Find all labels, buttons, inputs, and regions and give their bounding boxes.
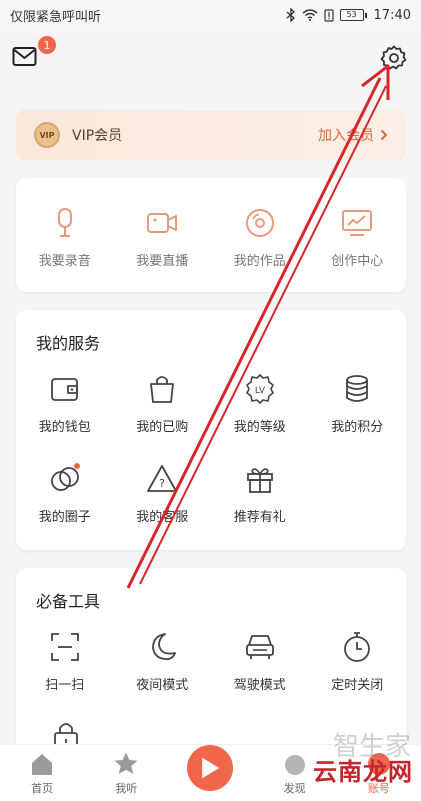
services-card: 我的服务 我的钱包 我的已购 LV 我的等级 我的积分 我的圈子 ? 我的客服 bbox=[16, 310, 406, 550]
sim-alert-icon bbox=[323, 8, 334, 22]
bluetooth-icon bbox=[286, 8, 295, 22]
quick-actions-grid: 我要录音 我要直播 我的作品 创作中心 bbox=[16, 206, 406, 269]
car-icon bbox=[245, 635, 274, 659]
battery-icon: 53 bbox=[339, 9, 367, 21]
wallet-icon bbox=[50, 378, 78, 401]
referral-gift-button[interactable]: 推荐有礼 bbox=[211, 462, 309, 525]
shopping-bag-icon bbox=[150, 376, 175, 403]
record-button[interactable]: 我要录音 bbox=[16, 206, 114, 269]
quick-actions-card: 我要录音 我要直播 我的作品 创作中心 bbox=[16, 178, 406, 292]
svg-text:?: ? bbox=[159, 477, 165, 490]
scan-button[interactable]: 扫一扫 bbox=[16, 630, 114, 693]
home-icon bbox=[32, 754, 53, 775]
gear-icon[interactable] bbox=[380, 44, 408, 72]
wifi-icon bbox=[302, 9, 318, 21]
help-triangle-icon: ? bbox=[147, 465, 178, 492]
tools-row: 扫一扫 夜间模式 驾驶模式 定时关闭 bbox=[16, 630, 406, 693]
services-title: 我的服务 bbox=[36, 334, 101, 353]
live-button[interactable]: 我要直播 bbox=[114, 206, 212, 269]
customer-service-button[interactable]: ? 我的客服 bbox=[114, 462, 212, 525]
clock: 17:40 bbox=[373, 7, 411, 23]
disc-icon bbox=[245, 209, 274, 237]
mail-icon[interactable] bbox=[12, 46, 38, 68]
timer-icon bbox=[344, 632, 371, 662]
vip-banner[interactable]: VIP VIP会员 加入会员 bbox=[16, 110, 406, 160]
moon-icon bbox=[152, 633, 177, 660]
circles-icon bbox=[50, 463, 80, 491]
vip-title: VIP会员 bbox=[72, 128, 123, 144]
scan-icon bbox=[50, 633, 79, 661]
discover-icon bbox=[284, 755, 305, 775]
watermark-text: 云南龙网 bbox=[313, 758, 413, 786]
coins-icon bbox=[346, 375, 369, 402]
vip-badge-icon: VIP bbox=[34, 122, 60, 148]
star-icon bbox=[114, 752, 138, 774]
carrier-text: 仅限紧急呼叫听 bbox=[10, 9, 102, 25]
play-icon bbox=[202, 757, 220, 779]
microphone-icon bbox=[57, 208, 72, 237]
status-bar: 仅限紧急呼叫听 53 17:40 bbox=[0, 0, 421, 30]
services-row-1: 我的钱包 我的已购 LV 我的等级 我的积分 bbox=[16, 372, 406, 435]
my-works-button[interactable]: 我的作品 bbox=[211, 206, 309, 269]
tab-home[interactable]: 首页 bbox=[0, 751, 84, 801]
level-badge-text: LV bbox=[255, 386, 266, 396]
status-icons: 53 17:40 bbox=[286, 8, 411, 23]
sleep-timer-button[interactable]: 定时关闭 bbox=[309, 630, 407, 693]
tools-title: 必备工具 bbox=[36, 592, 101, 611]
level-badge-icon: LV bbox=[245, 374, 274, 404]
night-mode-button[interactable]: 夜间模式 bbox=[114, 630, 212, 693]
tab-play[interactable] bbox=[168, 745, 252, 801]
level-button[interactable]: LV 我的等级 bbox=[211, 372, 309, 435]
chevron-right-icon bbox=[380, 129, 388, 141]
top-bar: 1 bbox=[0, 34, 421, 90]
points-button[interactable]: 我的积分 bbox=[309, 372, 407, 435]
video-camera-icon bbox=[147, 213, 178, 233]
gift-icon bbox=[246, 468, 273, 493]
play-button[interactable] bbox=[187, 745, 234, 791]
monitor-chart-icon bbox=[342, 210, 373, 236]
purchased-button[interactable]: 我的已购 bbox=[114, 372, 212, 435]
circles-button[interactable]: 我的圈子 bbox=[16, 462, 114, 525]
mail-badge: 1 bbox=[38, 36, 56, 54]
creator-center-button[interactable]: 创作中心 bbox=[309, 206, 407, 269]
join-vip-link[interactable]: 加入会员 bbox=[318, 125, 388, 145]
wallet-button[interactable]: 我的钱包 bbox=[16, 372, 114, 435]
services-row-2: 我的圈子 ? 我的客服 推荐有礼 bbox=[16, 462, 406, 525]
tab-listen[interactable]: 我听 bbox=[84, 751, 168, 801]
driving-mode-button[interactable]: 驾驶模式 bbox=[211, 630, 309, 693]
